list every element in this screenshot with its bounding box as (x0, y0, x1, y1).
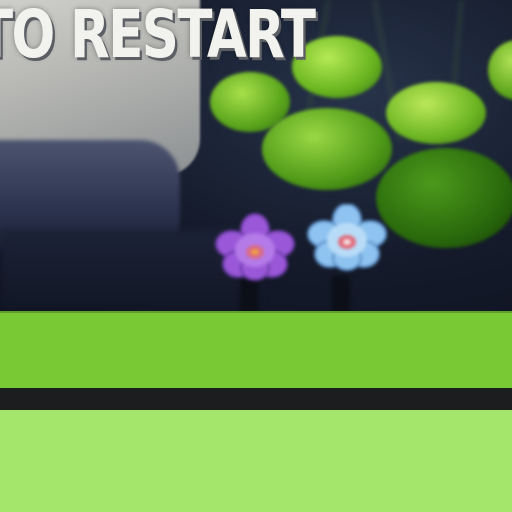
ground-divider (0, 388, 512, 410)
game-canvas[interactable]: TO RESTART (0, 0, 512, 512)
ground-strip-bottom (0, 410, 512, 512)
flower-stem (332, 276, 350, 312)
lily-pad (262, 108, 392, 190)
ground-strip-top (0, 311, 512, 388)
water-lily-purple-icon (215, 213, 295, 281)
restart-prompt: TO RESTART (0, 0, 316, 73)
lily-pad (376, 148, 512, 248)
lily-pad (386, 82, 486, 144)
water-lily-blue-icon (307, 204, 387, 271)
